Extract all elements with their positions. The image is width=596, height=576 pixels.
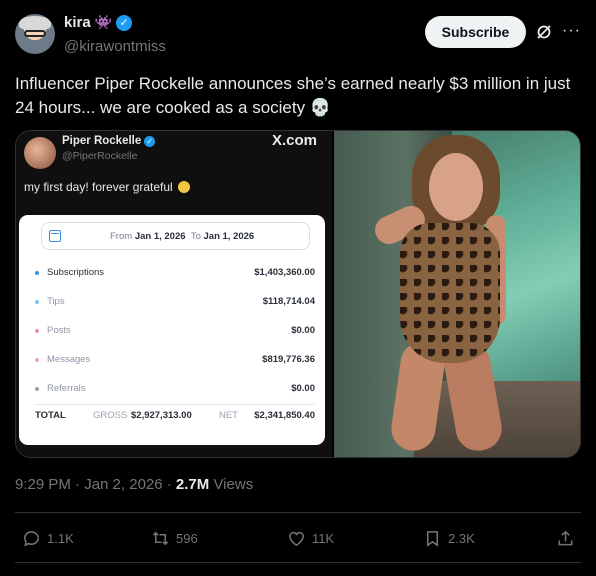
x-com-watermark: X.com: [272, 132, 318, 149]
reply-button[interactable]: 1.1K: [22, 528, 74, 548]
photo-swimsuit: [400, 223, 500, 363]
author-handle[interactable]: @kirawontmiss: [64, 38, 166, 55]
row-value: $0.00: [291, 383, 315, 394]
embedded-name: Piper Rockelle: [62, 135, 142, 147]
total-label: TOTAL: [35, 410, 66, 421]
row-dot: [35, 300, 39, 304]
repost-icon: [152, 531, 169, 545]
embedded-text: my first day! forever grateful: [24, 180, 173, 194]
date-from-label: From: [110, 231, 133, 242]
tweet-media[interactable]: Piper Rockelle ✓ @PiperRockelle X.com my…: [15, 130, 581, 458]
embedded-verified-icon: ✓: [144, 135, 156, 147]
row-label: Tips: [47, 296, 65, 307]
gross-label: GROSS: [93, 410, 128, 421]
row-label: Subscriptions: [47, 267, 105, 278]
avatar-glasses: [24, 30, 46, 37]
repost-count: 596: [176, 530, 198, 546]
verified-badge-icon: ✓: [116, 14, 133, 31]
grok-icon[interactable]: [536, 24, 552, 40]
row-label: Messages: [47, 354, 91, 365]
embedded-screenshot[interactable]: Piper Rockelle ✓ @PiperRockelle X.com my…: [16, 131, 332, 457]
date-from: Jan 1, 2026: [134, 231, 186, 242]
row-value: $0.00: [291, 325, 315, 336]
grateful-face-icon: [178, 181, 191, 193]
share-button[interactable]: [556, 528, 575, 548]
earnings-row-referrals: Referrals $0.00: [35, 382, 315, 398]
timestamp-text[interactable]: 9:29 PM · Jan 2, 2026 ·: [15, 476, 176, 493]
earnings-row-messages: Messages $819,776.36: [35, 353, 315, 369]
alien-emoji: 👾: [94, 14, 113, 30]
author-name[interactable]: kira: [64, 14, 91, 31]
photo-face: [429, 153, 483, 221]
date-range-text: From Jan 1, 2026 To Jan 1, 2026: [110, 231, 254, 242]
bookmark-button[interactable]: 2.3K: [423, 528, 475, 548]
net-value: $2,341,850.40: [254, 410, 315, 421]
earnings-row-subscriptions: Subscriptions $1,403,360.00: [35, 266, 315, 282]
tweet-timestamp[interactable]: 9:29 PM · Jan 2, 2026 · 2.7M Views: [15, 476, 253, 493]
embedded-avatar: [24, 137, 56, 169]
author-name-row[interactable]: kira 👾 ✓: [64, 14, 133, 31]
row-value: $118,714.04: [262, 296, 315, 307]
calendar-icon: [49, 230, 61, 242]
embedded-handle: @PiperRockelle: [62, 150, 138, 162]
actions-divider-bottom: [15, 562, 581, 563]
earnings-card: From Jan 1, 2026 To Jan 1, 2026 Subscrip…: [19, 215, 325, 445]
row-dot: [35, 329, 39, 333]
date-range: From Jan 1, 2026 To Jan 1, 2026: [41, 222, 310, 250]
heart-icon: [289, 531, 304, 546]
views-label: Views: [209, 476, 254, 493]
views-count: 2.7M: [175, 476, 210, 493]
row-value: $819,776.36: [262, 354, 315, 365]
avatar-hair: [19, 16, 51, 30]
more-options-icon[interactable]: ···: [562, 22, 581, 40]
row-value: $1,403,360.00: [254, 267, 315, 278]
row-dot: [35, 358, 39, 362]
row-dot: [35, 387, 39, 391]
subscribe-button[interactable]: Subscribe: [425, 16, 526, 48]
gross-value: $2,927,313.00: [131, 410, 192, 421]
date-to-label: To: [190, 231, 201, 242]
earnings-row-posts: Posts $0.00: [35, 324, 315, 340]
tweet-text: Influencer Piper Rockelle announces she’…: [15, 74, 571, 117]
author-avatar[interactable]: [15, 14, 55, 54]
total-divider: [35, 404, 315, 405]
actions-divider-top: [15, 512, 581, 513]
reply-icon: [24, 530, 39, 546]
row-label: Referrals: [47, 383, 86, 394]
share-icon: [558, 530, 573, 545]
row-label: Posts: [47, 325, 71, 336]
earnings-row-tips: Tips $118,714.04: [35, 295, 315, 311]
embedded-name-row: Piper Rockelle ✓: [62, 135, 156, 147]
like-button[interactable]: 11K: [287, 528, 334, 548]
embedded-text-row: my first day! forever grateful: [24, 180, 191, 194]
repost-button[interactable]: 596: [151, 528, 198, 548]
date-to: Jan 1, 2026: [203, 231, 255, 242]
like-count: 11K: [312, 530, 335, 546]
bookmark-count: 2.3K: [448, 530, 475, 546]
total-row: TOTAL GROSS $2,927,313.00 NET $2,341,850…: [35, 410, 315, 426]
row-dot: [35, 271, 39, 275]
pool-photo[interactable]: [334, 131, 580, 457]
bookmark-icon: [426, 530, 439, 547]
reply-count: 1.1K: [47, 530, 74, 546]
net-label: NET: [219, 410, 238, 421]
